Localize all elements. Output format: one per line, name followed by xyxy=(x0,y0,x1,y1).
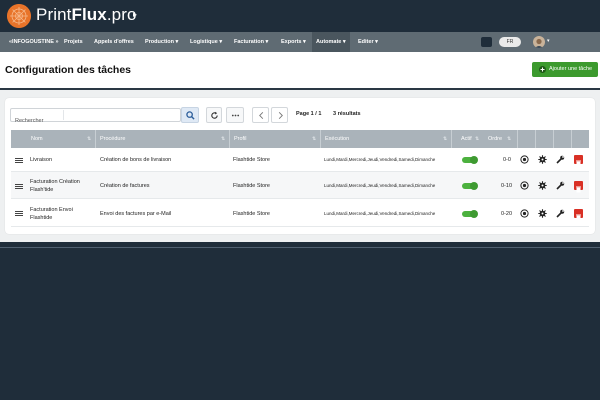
wrench-icon[interactable] xyxy=(556,209,565,218)
refresh-icon xyxy=(211,111,218,119)
user-avatar[interactable] xyxy=(533,36,545,48)
more-options-button[interactable] xyxy=(226,107,244,123)
menu-item-automate[interactable]: Automate ▾ xyxy=(312,32,350,52)
sort-icon[interactable]: ⇅ xyxy=(221,130,225,148)
col-header-nom[interactable]: Nom xyxy=(31,130,43,148)
active-toggle[interactable] xyxy=(462,155,478,164)
sort-icon[interactable]: ⇅ xyxy=(443,130,447,148)
cell-procedure: Création de factures xyxy=(100,183,150,189)
plus-icon xyxy=(539,66,546,73)
footer-divider xyxy=(0,247,600,248)
add-task-label: Ajouter une tâche xyxy=(549,66,593,72)
next-page-button[interactable] xyxy=(271,107,288,123)
cell-ordre: 0-20 xyxy=(501,211,513,217)
cell-nom: Facturation Envoi Flashtide xyxy=(30,207,73,221)
column-divider xyxy=(517,130,518,148)
sort-icon[interactable]: ⇅ xyxy=(507,130,511,148)
table-row[interactable]: Livraison Création de bons de livraison … xyxy=(11,148,589,172)
cell-ordre: 0-0 xyxy=(503,157,511,163)
cell-execution: Lundi,Mardi,Mercredi,Jeudi,Vendredi,Same… xyxy=(324,183,436,188)
page-title: Configuration des tâches xyxy=(5,64,132,76)
column-divider xyxy=(320,130,321,148)
brand-name[interactable]: PrintFlux.pro xyxy=(36,5,137,25)
more-dots-icon xyxy=(231,114,240,117)
brand-bar: PrintFlux.pro ▸ xyxy=(0,0,600,32)
menu-item-production[interactable]: Production ▾ xyxy=(143,32,180,52)
drag-handle-icon[interactable] xyxy=(15,211,23,216)
refresh-button[interactable] xyxy=(206,107,222,123)
col-header-profil[interactable]: Profil xyxy=(234,130,247,148)
wrench-icon[interactable] xyxy=(556,181,565,190)
language-label: FR xyxy=(506,39,514,45)
drag-handle-icon[interactable] xyxy=(15,184,23,189)
brand-caret-icon[interactable]: ▸ xyxy=(133,10,137,19)
brand-name-bold: Flux xyxy=(71,5,107,24)
column-divider xyxy=(95,130,96,148)
gear-icon[interactable] xyxy=(538,209,547,218)
run-icon[interactable] xyxy=(520,181,529,190)
column-divider xyxy=(571,130,572,148)
menu-item-editer[interactable]: Editer ▾ xyxy=(356,32,380,52)
menu-item-exports[interactable]: Exports ▾ xyxy=(279,32,308,52)
run-icon[interactable] xyxy=(520,209,529,218)
active-toggle[interactable] xyxy=(462,181,478,190)
col-header-actif[interactable]: Actif xyxy=(461,130,472,148)
wrench-icon[interactable] xyxy=(556,155,565,164)
cell-execution: Lundi,Mardi,Mercredi,Jeudi,Vendredi,Same… xyxy=(324,157,436,162)
pager-label: Page 1 / 1 xyxy=(296,111,322,117)
column-divider xyxy=(553,130,554,148)
table-row[interactable]: Facturation Création Flash'tide Création… xyxy=(11,172,589,199)
gear-icon[interactable] xyxy=(538,155,547,164)
column-divider xyxy=(451,130,452,148)
cell-profil: Flashtide Store xyxy=(233,211,270,217)
col-header-execution[interactable]: Exécution xyxy=(325,130,349,148)
column-divider xyxy=(229,130,230,148)
avatar-caret-icon[interactable]: ▾ xyxy=(547,38,550,44)
run-icon[interactable] xyxy=(520,155,529,164)
drag-handle-icon[interactable] xyxy=(15,158,23,163)
delete-icon[interactable] xyxy=(574,155,583,167)
menu-item-company[interactable]: «INFOGOUSTINE » xyxy=(7,32,61,52)
search-icon xyxy=(186,111,195,120)
cell-nom: Livraison xyxy=(30,157,53,163)
column-divider xyxy=(535,130,536,148)
language-selector[interactable]: FR xyxy=(499,37,521,47)
menu-item-appels-offres[interactable]: Appels d'offres xyxy=(92,32,136,52)
table-row[interactable]: Facturation Envoi Flashtide Envoi des fa… xyxy=(11,199,589,227)
active-toggle[interactable] xyxy=(462,209,478,218)
menu-item-projets[interactable]: Projets xyxy=(62,32,85,52)
sort-icon[interactable]: ⇅ xyxy=(475,130,479,148)
col-header-ordre[interactable]: Ordre xyxy=(488,130,502,148)
search-field[interactable] xyxy=(10,108,181,127)
sort-icon[interactable]: ⇅ xyxy=(87,130,91,148)
previous-page-button[interactable] xyxy=(252,107,269,123)
gear-icon[interactable] xyxy=(538,181,547,190)
cell-ordre: 0-10 xyxy=(501,183,513,189)
menu-item-logistique[interactable]: Logistique ▾ xyxy=(188,32,224,52)
cell-procedure: Création de bons de livraison xyxy=(100,157,172,163)
brand-name-light: Print xyxy=(36,5,72,24)
add-task-button[interactable]: Ajouter une tâche xyxy=(532,62,598,77)
sort-icon[interactable]: ⇅ xyxy=(312,130,316,148)
chip-icon[interactable] xyxy=(481,37,492,47)
page-header: Configuration des tâches Ajouter une tâc… xyxy=(0,52,600,88)
cell-profil: Flashtide Store xyxy=(233,157,270,163)
search-button[interactable] xyxy=(181,107,199,123)
table-header: Nom ⇅ Procédure ⇅ Profil ⇅ Exécution ⇅ A… xyxy=(11,130,589,148)
printflux-logo-icon[interactable] xyxy=(7,4,31,28)
cell-profil: Flashtide Store xyxy=(233,183,270,189)
chevron-left-icon xyxy=(259,112,264,119)
results-count: 3 résultats xyxy=(333,111,361,117)
search-value-area[interactable] xyxy=(63,110,181,120)
chevron-right-icon xyxy=(278,112,283,119)
cell-nom: Facturation Création Flash'tide xyxy=(30,179,80,193)
col-header-procedure[interactable]: Procédure xyxy=(100,130,125,148)
menu-item-facturation[interactable]: Facturation ▾ xyxy=(232,32,270,52)
delete-icon[interactable] xyxy=(574,209,583,221)
delete-icon[interactable] xyxy=(574,181,583,193)
cell-procedure: Envoi des factures par e-Mail xyxy=(100,211,172,217)
cell-execution: Lundi,Mardi,Mercredi,Jeudi,Vendredi,Same… xyxy=(324,211,436,216)
